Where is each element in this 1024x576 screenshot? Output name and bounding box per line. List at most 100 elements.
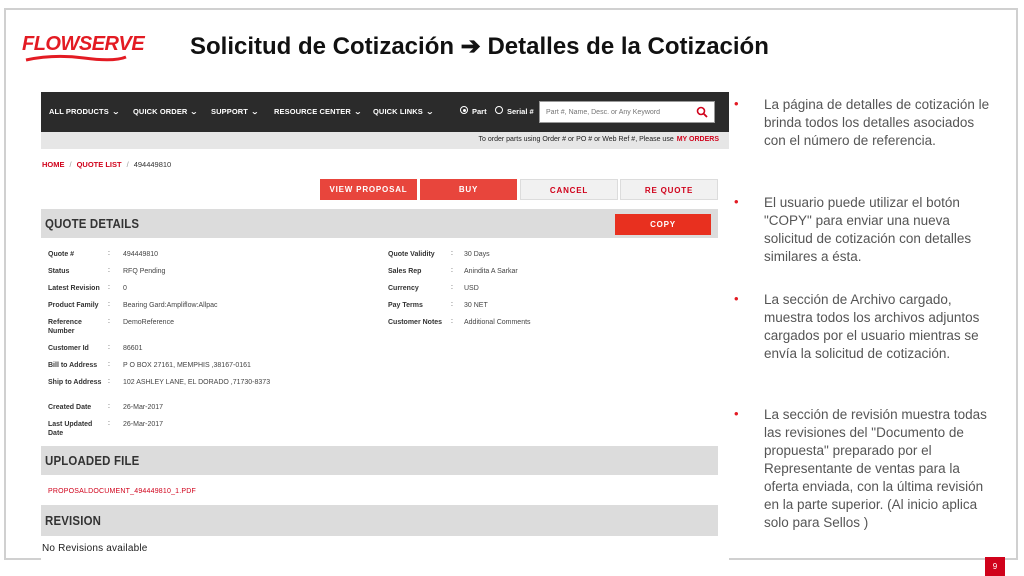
field-colon: : [451, 267, 453, 274]
revision-title: REVISION [45, 513, 102, 528]
field-value: Anindita A Sarkar [464, 268, 518, 275]
field-colon: : [108, 250, 110, 257]
field-value: 86601 [123, 345, 143, 352]
order-info-text: To order parts using Order # or PO # or … [479, 136, 719, 143]
chevron-down-icon: ⌄ [425, 109, 435, 116]
field-colon: : [451, 301, 453, 308]
search-icon[interactable] [696, 106, 708, 118]
field-colon: : [108, 361, 110, 368]
re-quote-button[interactable]: RE QUOTE [620, 179, 718, 200]
nav-support[interactable]: SUPPORT ⌄ [211, 107, 260, 116]
order-info-message: To order parts using Order # or PO # or … [478, 136, 674, 143]
logo-text: FLOWSERVE [22, 33, 145, 55]
field-value: 30 Days [464, 251, 490, 258]
field-colon: : [108, 344, 110, 351]
logo-swoosh-icon [25, 54, 127, 62]
field-label: Reference Number [48, 319, 82, 335]
field-value: Bearing Gard:Ampliflow:Allpac [123, 302, 218, 309]
my-orders-link[interactable]: MY ORDERS [677, 136, 719, 143]
nav-label: SUPPORT [211, 107, 248, 116]
buy-button[interactable]: BUY [420, 179, 517, 200]
revision-header: REVISION [41, 505, 718, 536]
field-value: 0 [123, 285, 127, 292]
quote-details-title: QUOTE DETAILS [45, 216, 140, 231]
flowserve-logo: FLOWSERVE [22, 28, 145, 68]
field-label: Latest Revision [48, 285, 100, 292]
field-label: Quote # [48, 251, 75, 258]
radio-part[interactable] [460, 106, 468, 114]
search-box [539, 101, 715, 123]
field-value: 26-Mar-2017 [123, 404, 164, 411]
field-colon: : [108, 284, 110, 291]
bullet-text: La sección de Archivo cargado, muestra t… [764, 292, 980, 361]
field-label: Customer Id [48, 345, 89, 352]
radio-serial[interactable] [495, 106, 503, 114]
breadcrumb-separator: / [69, 160, 72, 169]
field-label: Status [48, 268, 70, 275]
field-label: Product Family [48, 302, 99, 309]
order-info-bar: To order parts using Order # or PO # or … [41, 132, 729, 149]
breadcrumb: HOME / QUOTE LIST / 494449810 [42, 160, 171, 169]
field-colon: : [108, 301, 110, 308]
field-colon: : [451, 250, 453, 257]
field-colon: : [451, 318, 453, 325]
slide-title: Solicitud de Cotización ➔ Detalles de la… [190, 33, 769, 60]
bullet-dot-icon: • [734, 96, 739, 111]
field-value: RFQ Pending [123, 268, 166, 275]
field-value: P O BOX 27161, MEMPHIS ,38167-0161 [123, 362, 251, 369]
chevron-down-icon: ⌄ [250, 109, 260, 116]
field-value: 30 NET [464, 302, 488, 309]
nav-label: RESOURCE CENTER [274, 107, 351, 116]
copy-button[interactable]: COPY [615, 214, 711, 235]
field-colon: : [108, 318, 110, 325]
uploaded-file-link[interactable]: PROPOSALDOCUMENT_494449810_1.PDF [48, 488, 196, 495]
bullet-text: El usuario puede utilizar el botón "COPY… [764, 195, 972, 264]
nav-quick-order[interactable]: QUICK ORDER ⌄ [133, 107, 199, 116]
no-revisions-text: No Revisions available [42, 543, 148, 554]
nav-quick-links[interactable]: QUICK LINKS ⌄ [373, 107, 435, 116]
field-label: Currency [388, 285, 419, 292]
field-label: Quote Validity [388, 251, 435, 258]
field-colon: : [108, 403, 110, 410]
nav-label: QUICK ORDER [133, 107, 188, 116]
bullet-text: La sección de revisión muestra todas las… [764, 407, 987, 530]
field-value: 494449810 [123, 251, 159, 258]
slide: FLOWSERVE Solicitud de Cotización ➔ Deta… [0, 0, 1024, 576]
portal-screenshot: ALL PRODUCTS ⌄ QUICK ORDER ⌄ SUPPORT ⌄ RESO… [41, 92, 729, 562]
field-value: USD [464, 285, 479, 292]
quote-details-header: QUOTE DETAILS COPY [41, 209, 718, 238]
uploaded-file-title: UPLOADED FILE [45, 453, 140, 468]
bullet-dot-icon: • [734, 406, 739, 421]
field-label: Bill to Address [48, 362, 98, 369]
field-label: Ship to Address [48, 379, 102, 386]
field-label: Sales Rep [388, 268, 422, 275]
view-proposal-button[interactable]: VIEW PROPOSAL [320, 179, 417, 200]
field-label: Last Updated Date [48, 421, 93, 437]
field-value: 26-Mar-2017 [123, 421, 164, 428]
page-number: 9 [985, 557, 1005, 576]
chevron-down-icon: ⌄ [353, 109, 363, 116]
search-input[interactable] [540, 102, 690, 122]
field-value: 102 ASHLEY LANE, EL DORADO ,71730-8373 [123, 379, 271, 386]
cancel-button[interactable]: CANCEL [520, 179, 618, 200]
breadcrumb-current: 494449810 [133, 160, 172, 169]
bullet-dot-icon: • [734, 194, 739, 209]
chevron-down-icon: ⌄ [111, 109, 120, 116]
nav-resource-center[interactable]: RESOURCE CENTER ⌄ [274, 107, 363, 116]
radio-serial-label: Serial # [507, 107, 534, 116]
field-value: DemoReference [123, 319, 174, 326]
field-label: Customer Notes [388, 319, 443, 326]
top-navbar: ALL PRODUCTS ⌄ QUICK ORDER ⌄ SUPPORT ⌄ RESO… [41, 92, 729, 132]
field-colon: : [108, 267, 110, 274]
nav-label: ALL PRODUCTS [49, 107, 109, 116]
field-colon: : [108, 420, 110, 427]
bullet-dot-icon: • [734, 291, 739, 306]
nav-all-products[interactable]: ALL PRODUCTS ⌄ [49, 107, 120, 116]
radio-part-label: Part [472, 107, 487, 116]
chevron-down-icon: ⌄ [190, 109, 199, 116]
field-label: Created Date [48, 404, 92, 411]
breadcrumb-quote-list[interactable]: QUOTE LIST [77, 160, 122, 169]
uploaded-file-header: UPLOADED FILE [41, 446, 718, 475]
breadcrumb-home[interactable]: HOME [42, 160, 65, 169]
breadcrumb-separator: / [126, 160, 129, 169]
